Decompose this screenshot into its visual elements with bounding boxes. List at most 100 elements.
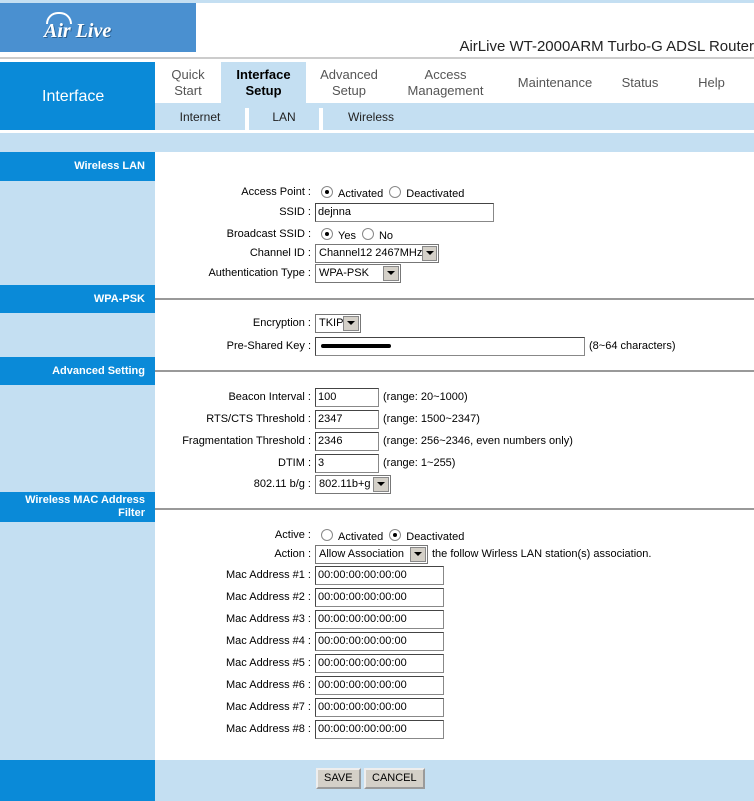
sub-tabs: Internet LAN Wireless bbox=[155, 103, 754, 130]
text-input[interactable]: 00:00:00:00:00:00 bbox=[315, 609, 444, 629]
field-control: 00:00:00:00:00:00 bbox=[315, 631, 444, 651]
tab-status[interactable]: Status bbox=[611, 62, 669, 103]
field-label: Encryption : bbox=[252, 317, 311, 329]
text-input[interactable]: 00:00:00:00:00:00 bbox=[315, 675, 444, 695]
subtab-lan[interactable]: LAN bbox=[249, 103, 319, 130]
radio-yes[interactable] bbox=[321, 228, 333, 240]
field-label: Mac Address #2 : bbox=[226, 591, 311, 603]
form-row: Mac Address #7 : 00:00:00:00:00:00 bbox=[155, 697, 754, 717]
field-control: 00:00:00:00:00:00 bbox=[315, 587, 444, 607]
dropdown-select[interactable]: Allow Association bbox=[315, 544, 428, 564]
form-row: Mac Address #1 : 00:00:00:00:00:00 bbox=[155, 565, 754, 585]
form-row: DTIM : 3 (range: 1~255) bbox=[155, 453, 754, 473]
text-input[interactable]: 3 bbox=[315, 453, 379, 473]
form-row: Encryption : TKIP bbox=[155, 313, 754, 333]
field-control: 802.11b+g bbox=[315, 474, 391, 494]
field-control: (8~64 characters) bbox=[315, 336, 676, 356]
section-divider bbox=[155, 298, 754, 300]
field-control: 00:00:00:00:00:00 bbox=[315, 697, 444, 717]
field-note: (range: 20~1000) bbox=[383, 391, 468, 403]
section-header: Wireless MAC Address Filter bbox=[0, 492, 155, 522]
pre-shared-key-input[interactable] bbox=[315, 336, 585, 356]
select-value: 802.11b+g bbox=[319, 478, 371, 490]
radio-activated[interactable] bbox=[321, 529, 333, 541]
text-input[interactable]: dejnna bbox=[315, 202, 494, 222]
tab-label: Quick Start bbox=[171, 66, 205, 98]
field-control: Allow Association the follow Wirless LAN … bbox=[315, 544, 652, 564]
radio-no[interactable] bbox=[361, 228, 374, 240]
subtab-wireless[interactable]: Wireless bbox=[323, 103, 419, 130]
section-header: Wireless LAN bbox=[0, 152, 155, 181]
field-note: (range: 256~2346, even numbers only) bbox=[383, 435, 573, 447]
field-note: (8~64 characters) bbox=[589, 340, 676, 352]
dropdown-select[interactable]: Channel12 2467MHz bbox=[315, 243, 439, 263]
section-divider bbox=[155, 370, 754, 372]
radio-activated[interactable] bbox=[321, 186, 333, 198]
dropdown-select[interactable]: WPA-PSK bbox=[315, 263, 401, 283]
chevron-down-icon[interactable] bbox=[410, 546, 426, 562]
field-label: Active : bbox=[274, 529, 311, 541]
field-label: Broadcast SSID : bbox=[226, 228, 311, 240]
chevron-down-icon[interactable] bbox=[383, 265, 399, 281]
tab-interface-setup[interactable]: Interface Setup bbox=[221, 62, 306, 103]
field-label: Beacon Interval : bbox=[228, 391, 311, 403]
tab-help[interactable]: Help bbox=[669, 62, 754, 103]
radio-label: Yes bbox=[338, 230, 356, 242]
field-note: (range: 1~255) bbox=[383, 457, 456, 469]
text-input[interactable]: 00:00:00:00:00:00 bbox=[315, 565, 444, 585]
radio-deactivated[interactable] bbox=[389, 186, 402, 198]
spacer-band bbox=[0, 133, 754, 152]
field-control: dejnna bbox=[315, 202, 494, 222]
text-input[interactable]: 00:00:00:00:00:00 bbox=[315, 653, 444, 673]
field-label: Mac Address #8 : bbox=[226, 723, 311, 735]
field-control: 3 (range: 1~255) bbox=[315, 453, 456, 473]
form-row: Mac Address #2 : 00:00:00:00:00:00 bbox=[155, 587, 754, 607]
field-label: Mac Address #6 : bbox=[226, 679, 311, 691]
form-row: Pre-Shared Key : (8~64 characters) bbox=[155, 336, 754, 356]
tab-label: Help bbox=[698, 74, 725, 90]
radio-deactivated[interactable] bbox=[389, 529, 402, 541]
field-label: Fragmentation Threshold : bbox=[182, 435, 311, 447]
field-label: Channel ID : bbox=[249, 247, 311, 259]
field-label: DTIM : bbox=[278, 457, 311, 469]
cancel-button[interactable]: CANCEL bbox=[364, 768, 425, 789]
dropdown-select[interactable]: 802.11b+g bbox=[315, 474, 391, 494]
text-input[interactable]: 00:00:00:00:00:00 bbox=[315, 719, 444, 739]
save-button[interactable]: SAVE bbox=[316, 768, 361, 789]
divider bbox=[0, 57, 754, 59]
chevron-down-icon[interactable] bbox=[422, 245, 437, 261]
chevron-down-icon[interactable] bbox=[343, 315, 359, 331]
form-row: Access Point : Activated Deactivated bbox=[155, 182, 754, 202]
field-control: Channel12 2467MHz bbox=[315, 243, 439, 263]
text-input[interactable]: 00:00:00:00:00:00 bbox=[315, 631, 444, 651]
text-input[interactable]: 2346 bbox=[315, 431, 379, 451]
field-label: 802.11 b/g : bbox=[253, 478, 311, 490]
tab-quick-start[interactable]: Quick Start bbox=[155, 62, 221, 103]
subtab-internet[interactable]: Internet bbox=[155, 103, 245, 130]
select-value: WPA-PSK bbox=[319, 267, 369, 279]
field-label: Mac Address #3 : bbox=[226, 613, 311, 625]
chevron-down-icon[interactable] bbox=[373, 476, 389, 492]
section-divider bbox=[155, 508, 754, 510]
select-value: Channel12 2467MHz bbox=[319, 247, 423, 259]
field-control: 00:00:00:00:00:00 bbox=[315, 653, 444, 673]
text-input[interactable]: 00:00:00:00:00:00 bbox=[315, 587, 444, 607]
text-input[interactable]: 00:00:00:00:00:00 bbox=[315, 697, 444, 717]
dropdown-select[interactable]: TKIP bbox=[315, 313, 361, 333]
field-control: 2347 (range: 1500~2347) bbox=[315, 409, 480, 429]
wireless-arc-icon bbox=[46, 12, 72, 24]
field-label: SSID : bbox=[279, 206, 311, 218]
tab-label: Advanced Setup bbox=[320, 66, 378, 98]
tab-advanced-setup[interactable]: Advanced Setup bbox=[306, 62, 392, 103]
tab-maintenance[interactable]: Maintenance bbox=[499, 62, 611, 103]
section-header: WPA-PSK bbox=[0, 285, 155, 313]
field-label: Mac Address #1 : bbox=[226, 569, 311, 581]
form-row: 802.11 b/g : 802.11b+g bbox=[155, 474, 754, 494]
select-value: TKIP bbox=[319, 317, 344, 329]
tab-access-management[interactable]: Access Management bbox=[392, 62, 499, 103]
text-input[interactable]: 100 bbox=[315, 387, 379, 407]
footer-left bbox=[0, 760, 155, 801]
form-row: Beacon Interval : 100 (range: 20~1000) bbox=[155, 387, 754, 407]
field-note: the follow Wirless LAN station(s) associ… bbox=[432, 548, 652, 560]
text-input[interactable]: 2347 bbox=[315, 409, 379, 429]
